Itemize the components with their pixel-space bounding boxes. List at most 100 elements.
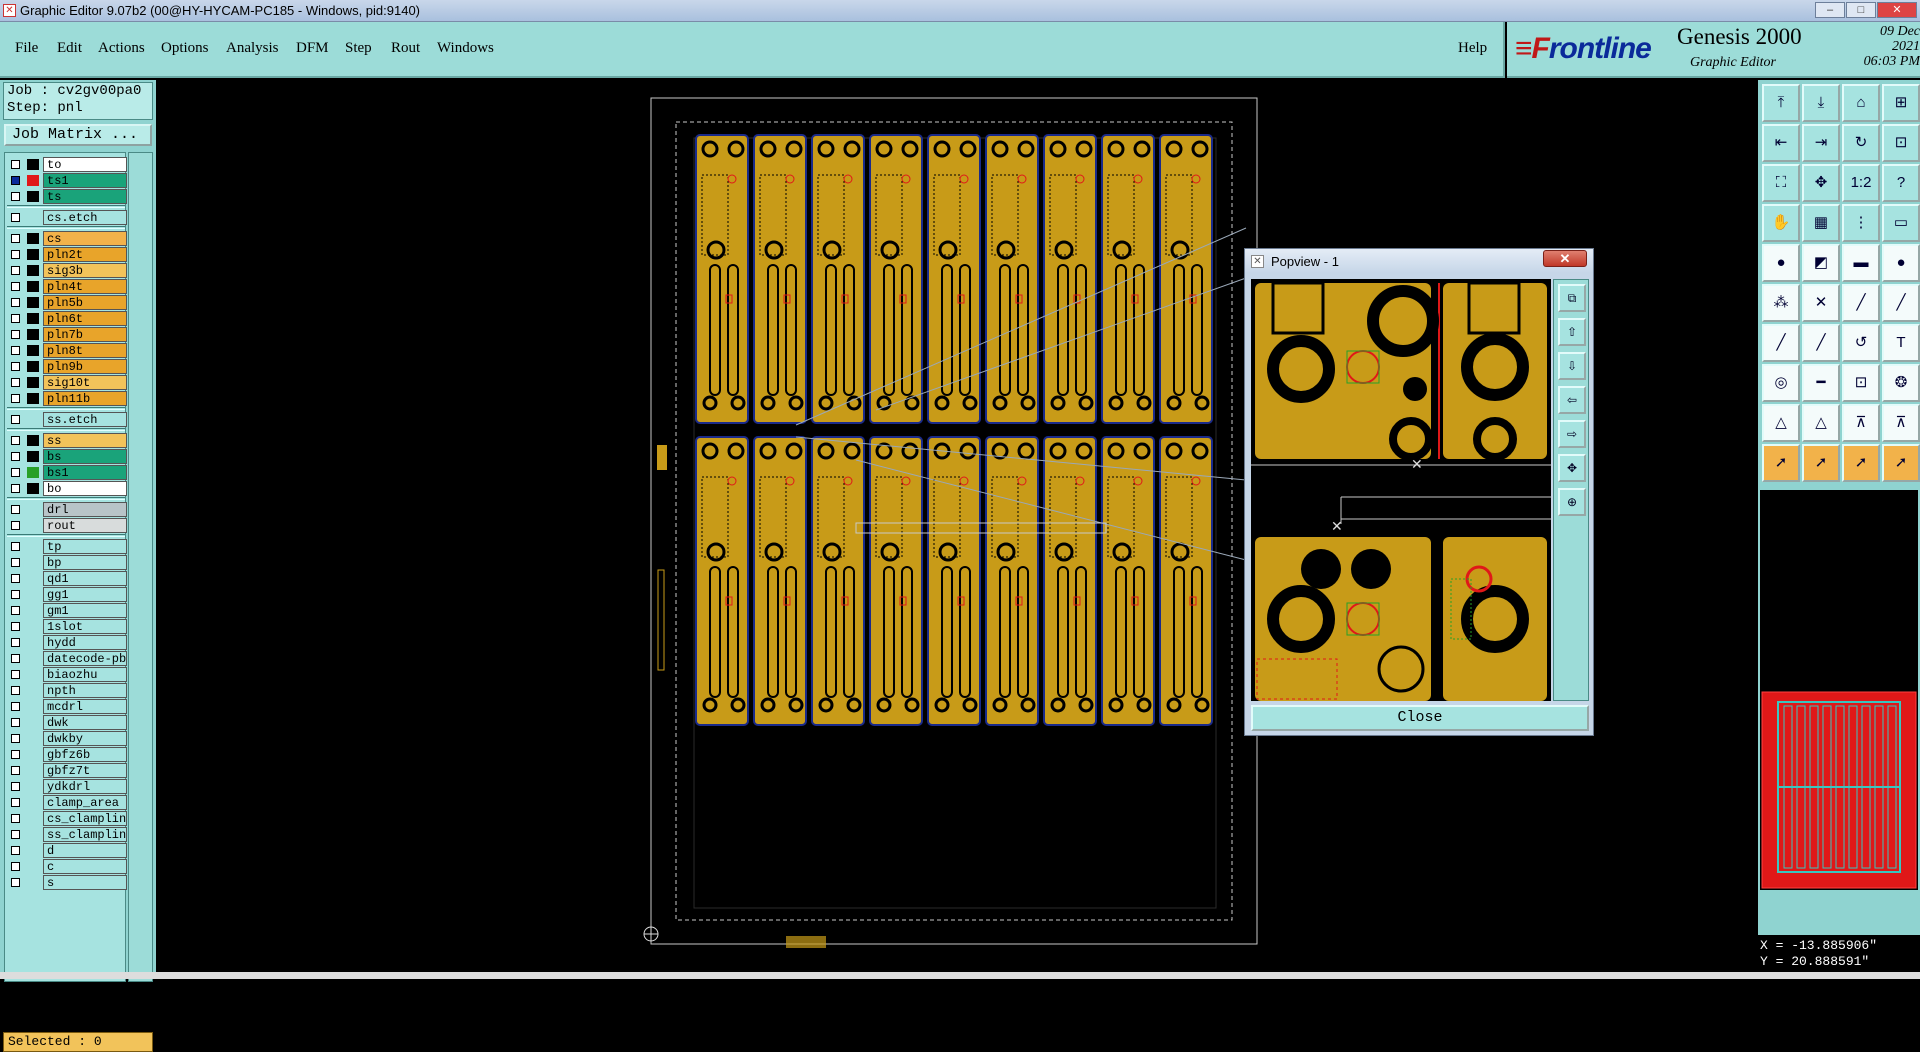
layer-checkbox[interactable]: [11, 862, 20, 871]
zoom-window-icon[interactable]: ⧉: [1558, 284, 1586, 312]
layer-checkbox[interactable]: [11, 378, 20, 387]
layer-checkbox[interactable]: [11, 234, 20, 243]
layer-row[interactable]: bs1: [7, 465, 127, 480]
layer-checkbox[interactable]: [11, 766, 20, 775]
layer-name[interactable]: sig10t: [43, 375, 127, 390]
layer-name[interactable]: drl: [43, 502, 127, 517]
triangle-b-icon[interactable]: △: [1802, 404, 1840, 442]
layer-name[interactable]: pln7b: [43, 327, 127, 342]
overview-map[interactable]: [1760, 610, 1918, 890]
layer-name[interactable]: qd1: [43, 571, 127, 586]
zoom-in-icon[interactable]: ⇧: [1558, 318, 1586, 346]
align-icon[interactable]: ⋮: [1842, 204, 1880, 242]
center-icon[interactable]: ⊕: [1558, 488, 1586, 516]
circles-icon[interactable]: ❂: [1882, 364, 1920, 402]
layer-checkbox[interactable]: [11, 282, 20, 291]
popview-close-button[interactable]: Close: [1251, 705, 1589, 731]
hand-icon[interactable]: ✋: [1762, 204, 1800, 242]
layer-row[interactable]: dwkby: [7, 731, 127, 746]
shape-c-icon[interactable]: ⊼: [1842, 404, 1880, 442]
layer-name[interactable]: hydd: [43, 635, 127, 650]
layer-checkbox[interactable]: [11, 362, 20, 371]
arc-icon[interactable]: ↺: [1842, 324, 1880, 362]
layer-name[interactable]: npth: [43, 683, 127, 698]
layer-name[interactable]: to: [43, 157, 127, 172]
pan-right-icon[interactable]: ⇨: [1558, 420, 1586, 448]
help-icon[interactable]: ?: [1882, 164, 1920, 202]
layer-checkbox[interactable]: [11, 670, 20, 679]
line-blue-icon[interactable]: ╱: [1882, 284, 1920, 322]
layer-name[interactable]: ts: [43, 189, 127, 204]
menu-file[interactable]: File: [15, 40, 38, 57]
layer-row[interactable]: tp: [7, 539, 127, 554]
layer-row[interactable]: ts: [7, 189, 127, 204]
layer-name[interactable]: c: [43, 859, 127, 874]
layer-row[interactable]: pln2t: [7, 247, 127, 262]
layer-row[interactable]: bp: [7, 555, 127, 570]
layer-row[interactable]: d: [7, 843, 127, 858]
line-draw-icon[interactable]: ╱: [1762, 324, 1800, 362]
layer-checkbox[interactable]: [11, 782, 20, 791]
layer-name[interactable]: ydkdrl: [43, 779, 127, 794]
snap-icon[interactable]: ⊡: [1882, 124, 1920, 162]
menu-options[interactable]: Options: [161, 40, 209, 57]
layer-checkbox[interactable]: [11, 686, 20, 695]
layer-row[interactable]: cs.etch: [7, 210, 127, 225]
layer-checkbox[interactable]: [11, 702, 20, 711]
layer-row[interactable]: clamp_area: [7, 795, 127, 810]
layer-name[interactable]: gbfz7t: [43, 763, 127, 778]
layer-row[interactable]: dwk: [7, 715, 127, 730]
menu-analysis[interactable]: Analysis: [226, 40, 279, 57]
pointer-edit-icon[interactable]: ➚: [1882, 444, 1920, 482]
layer-checkbox[interactable]: [11, 436, 20, 445]
pointer-icon[interactable]: ➚: [1762, 444, 1800, 482]
layer-checkbox[interactable]: [11, 638, 20, 647]
layer-row[interactable]: mcdrl: [7, 699, 127, 714]
layer-checkbox[interactable]: [11, 734, 20, 743]
layer-row[interactable]: datecode-pbc: [7, 651, 127, 666]
layer-checkbox[interactable]: [11, 574, 20, 583]
layer-name[interactable]: tp: [43, 539, 127, 554]
menu-edit[interactable]: Edit: [57, 40, 82, 57]
zoom-out-icon[interactable]: ⇩: [1558, 352, 1586, 380]
layer-row[interactable]: pln4t: [7, 279, 127, 294]
layer-row[interactable]: ts1: [7, 173, 127, 188]
home-icon[interactable]: ⌂: [1842, 84, 1880, 122]
layer-name[interactable]: gg1: [43, 587, 127, 602]
layer-checkbox[interactable]: [11, 484, 20, 493]
layer-scrollbar[interactable]: [128, 152, 153, 982]
layer-checkbox[interactable]: [11, 192, 20, 201]
line-red-icon[interactable]: ╱: [1842, 284, 1880, 322]
layer-row[interactable]: ss.etch: [7, 412, 127, 427]
layer-row[interactable]: gg1: [7, 587, 127, 602]
layer-row[interactable]: bs: [7, 449, 127, 464]
layer-name[interactable]: cs_clampline: [43, 811, 127, 826]
layer-row[interactable]: c: [7, 859, 127, 874]
layer-row[interactable]: pln6t: [7, 311, 127, 326]
layer-checkbox[interactable]: [11, 846, 20, 855]
line-add-icon[interactable]: ━: [1802, 364, 1840, 402]
grid-icon[interactable]: ⊞: [1882, 84, 1920, 122]
layer-row[interactable]: gbfz6b: [7, 747, 127, 762]
layer-name[interactable]: bs: [43, 449, 127, 464]
menu-dfm[interactable]: DFM: [296, 40, 329, 57]
popview-canvas[interactable]: ✕ ✕: [1251, 279, 1551, 701]
layer-checkbox[interactable]: [11, 750, 20, 759]
popview-close-icon[interactable]: ✕: [1543, 250, 1587, 267]
layer-checkbox[interactable]: [11, 830, 20, 839]
pan-left-icon[interactable]: ⇦: [1558, 386, 1586, 414]
layer-checkbox[interactable]: [11, 468, 20, 477]
measure-icon[interactable]: ▭: [1882, 204, 1920, 242]
layer-name[interactable]: pln4t: [43, 279, 127, 294]
layer-row[interactable]: 1slot: [7, 619, 127, 634]
menu-windows[interactable]: Windows: [437, 40, 494, 57]
maximize-button[interactable]: □: [1846, 2, 1876, 18]
layer-checkbox[interactable]: [11, 606, 20, 615]
layer-row[interactable]: cs: [7, 231, 127, 246]
menu-actions[interactable]: Actions: [98, 40, 145, 57]
pointer-select-icon[interactable]: ➚: [1802, 444, 1840, 482]
layer-checkbox[interactable]: [11, 160, 20, 169]
layer-checkbox[interactable]: [11, 250, 20, 259]
layer-checkbox[interactable]: [11, 654, 20, 663]
popview-titlebar[interactable]: ✕ Popview - 1 ✕: [1245, 249, 1593, 273]
